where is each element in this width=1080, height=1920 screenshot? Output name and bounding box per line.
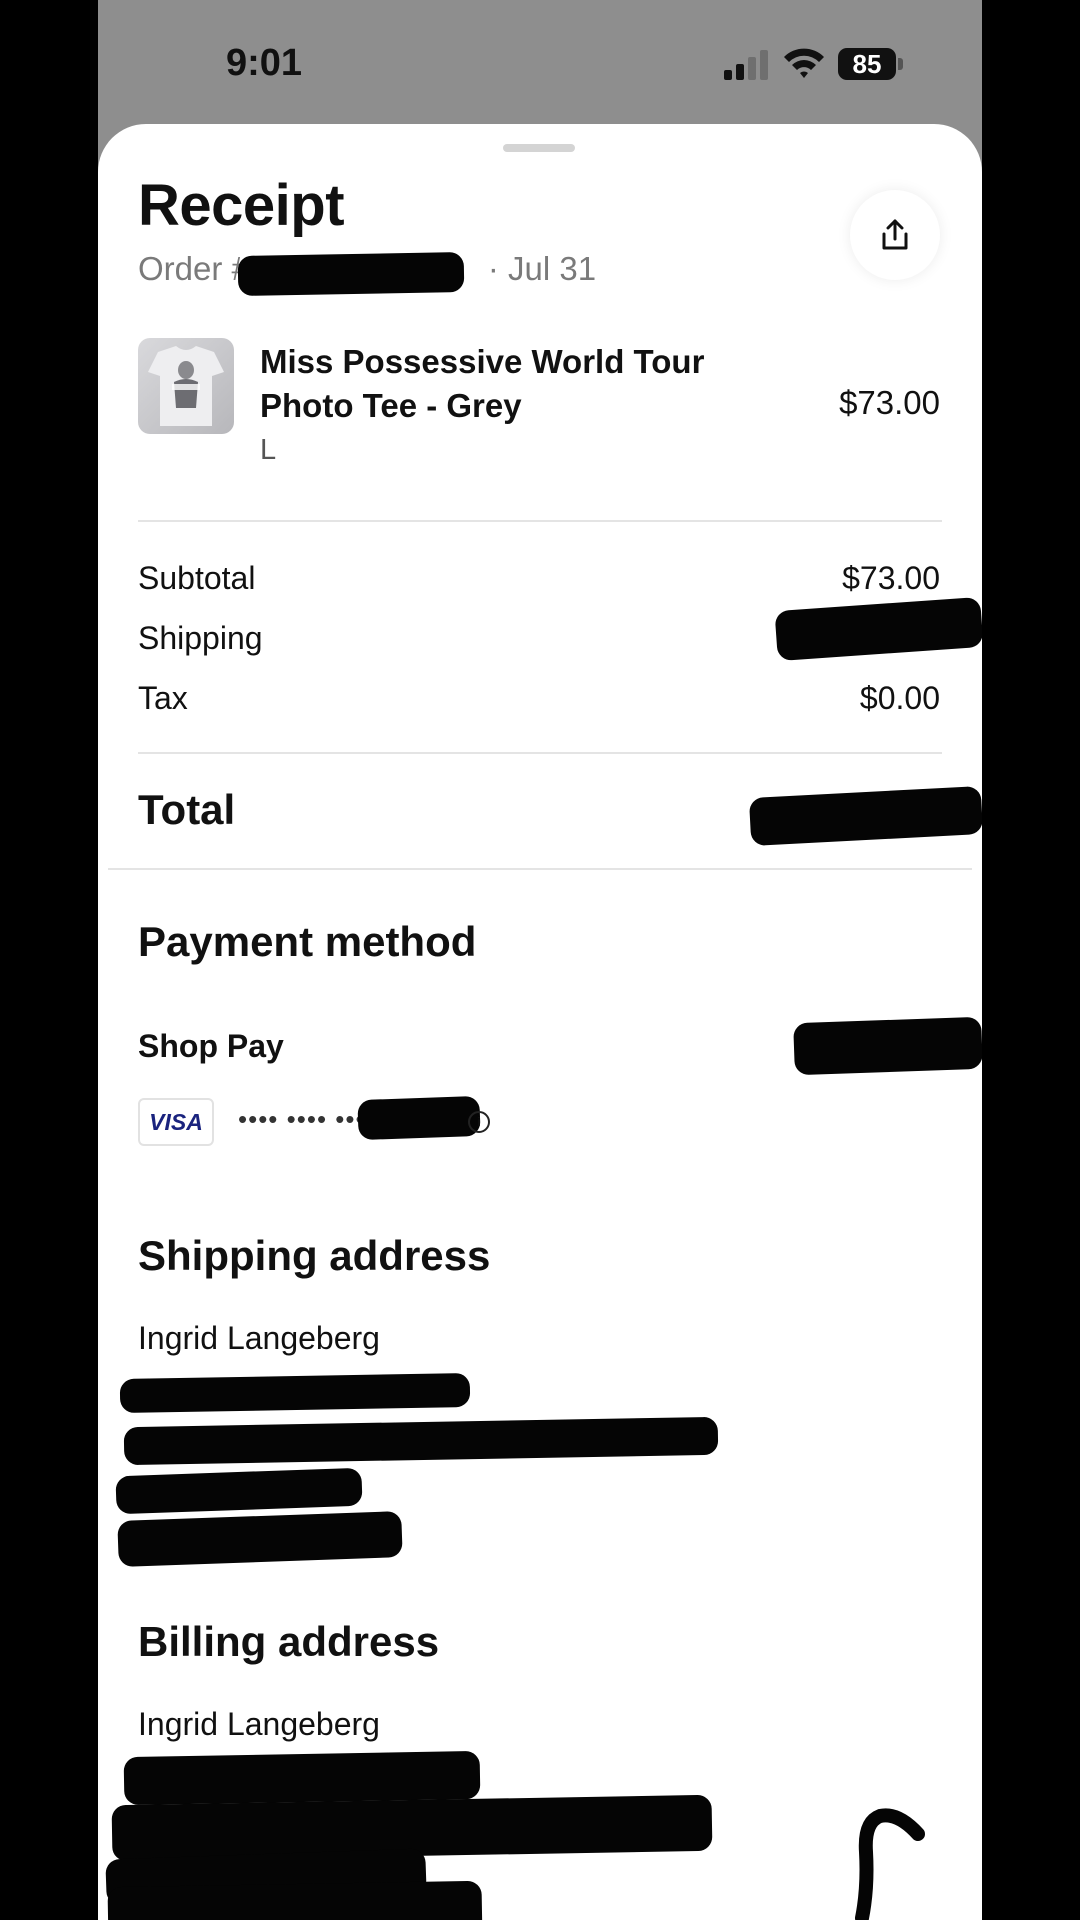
payment-method-heading: Payment method (138, 918, 477, 965)
payment-provider: Shop Pay (138, 1028, 284, 1064)
status-time: 9:01 (226, 42, 303, 84)
tax-label: Tax (138, 680, 188, 716)
cellular-signal-icon (724, 50, 768, 80)
status-bar: 9:01 85 (98, 0, 982, 125)
wifi-icon (784, 48, 824, 78)
billing-address-heading: Billing address (138, 1618, 440, 1665)
redaction-mark (357, 1095, 481, 1141)
order-prefix: Order # (138, 250, 250, 287)
battery-level: 85 (838, 48, 896, 80)
redaction-mark (123, 1750, 481, 1806)
share-icon (882, 219, 908, 250)
receipt-sheet: Receipt Order # · Jul 31 Miss Possessive … (98, 124, 982, 1920)
visa-card-icon: VISA (138, 1098, 214, 1146)
divider (138, 520, 942, 522)
subtotal-value: $73.00 (842, 560, 940, 596)
subtotal-label: Subtotal (138, 560, 256, 596)
redaction-mark (119, 1372, 471, 1414)
redaction-mark (793, 1016, 982, 1076)
shipping-label: Shipping (138, 620, 263, 656)
redaction-mark (123, 1416, 719, 1466)
shipping-recipient-name: Ingrid Langeberg (138, 1320, 380, 1356)
divider (108, 868, 972, 870)
page-title: Receipt (138, 173, 345, 238)
redaction-mark (237, 252, 465, 296)
product-variant: L (260, 434, 277, 466)
redaction-mark (107, 1880, 483, 1920)
info-icon[interactable]: i (468, 1111, 490, 1133)
product-name[interactable]: Miss Possessive World Tour Photo Tee - G… (260, 340, 730, 428)
shipping-address-heading: Shipping address (138, 1232, 491, 1279)
card-number-mask: •••• •••• •••• (238, 1104, 376, 1134)
total-label: Total (138, 786, 236, 833)
redaction-mark (117, 1511, 403, 1567)
phone-screen: 9:01 85 Receipt Order # · Jul 31 Miss Po… (98, 0, 982, 1920)
order-date: · Jul 31 (487, 250, 597, 287)
product-thumbnail (138, 338, 234, 434)
redaction-mark (115, 1467, 363, 1515)
item-price: $73.00 (839, 384, 940, 421)
billing-recipient-name: Ingrid Langeberg (138, 1706, 380, 1742)
share-button[interactable] (850, 190, 940, 280)
divider (138, 752, 942, 754)
redaction-mark (855, 1808, 925, 1920)
redaction-mark (774, 596, 982, 662)
battery-icon: 85 (838, 48, 904, 82)
redaction-mark (748, 785, 982, 847)
sheet-grabber[interactable] (503, 144, 575, 152)
tax-value: $0.00 (859, 680, 940, 716)
